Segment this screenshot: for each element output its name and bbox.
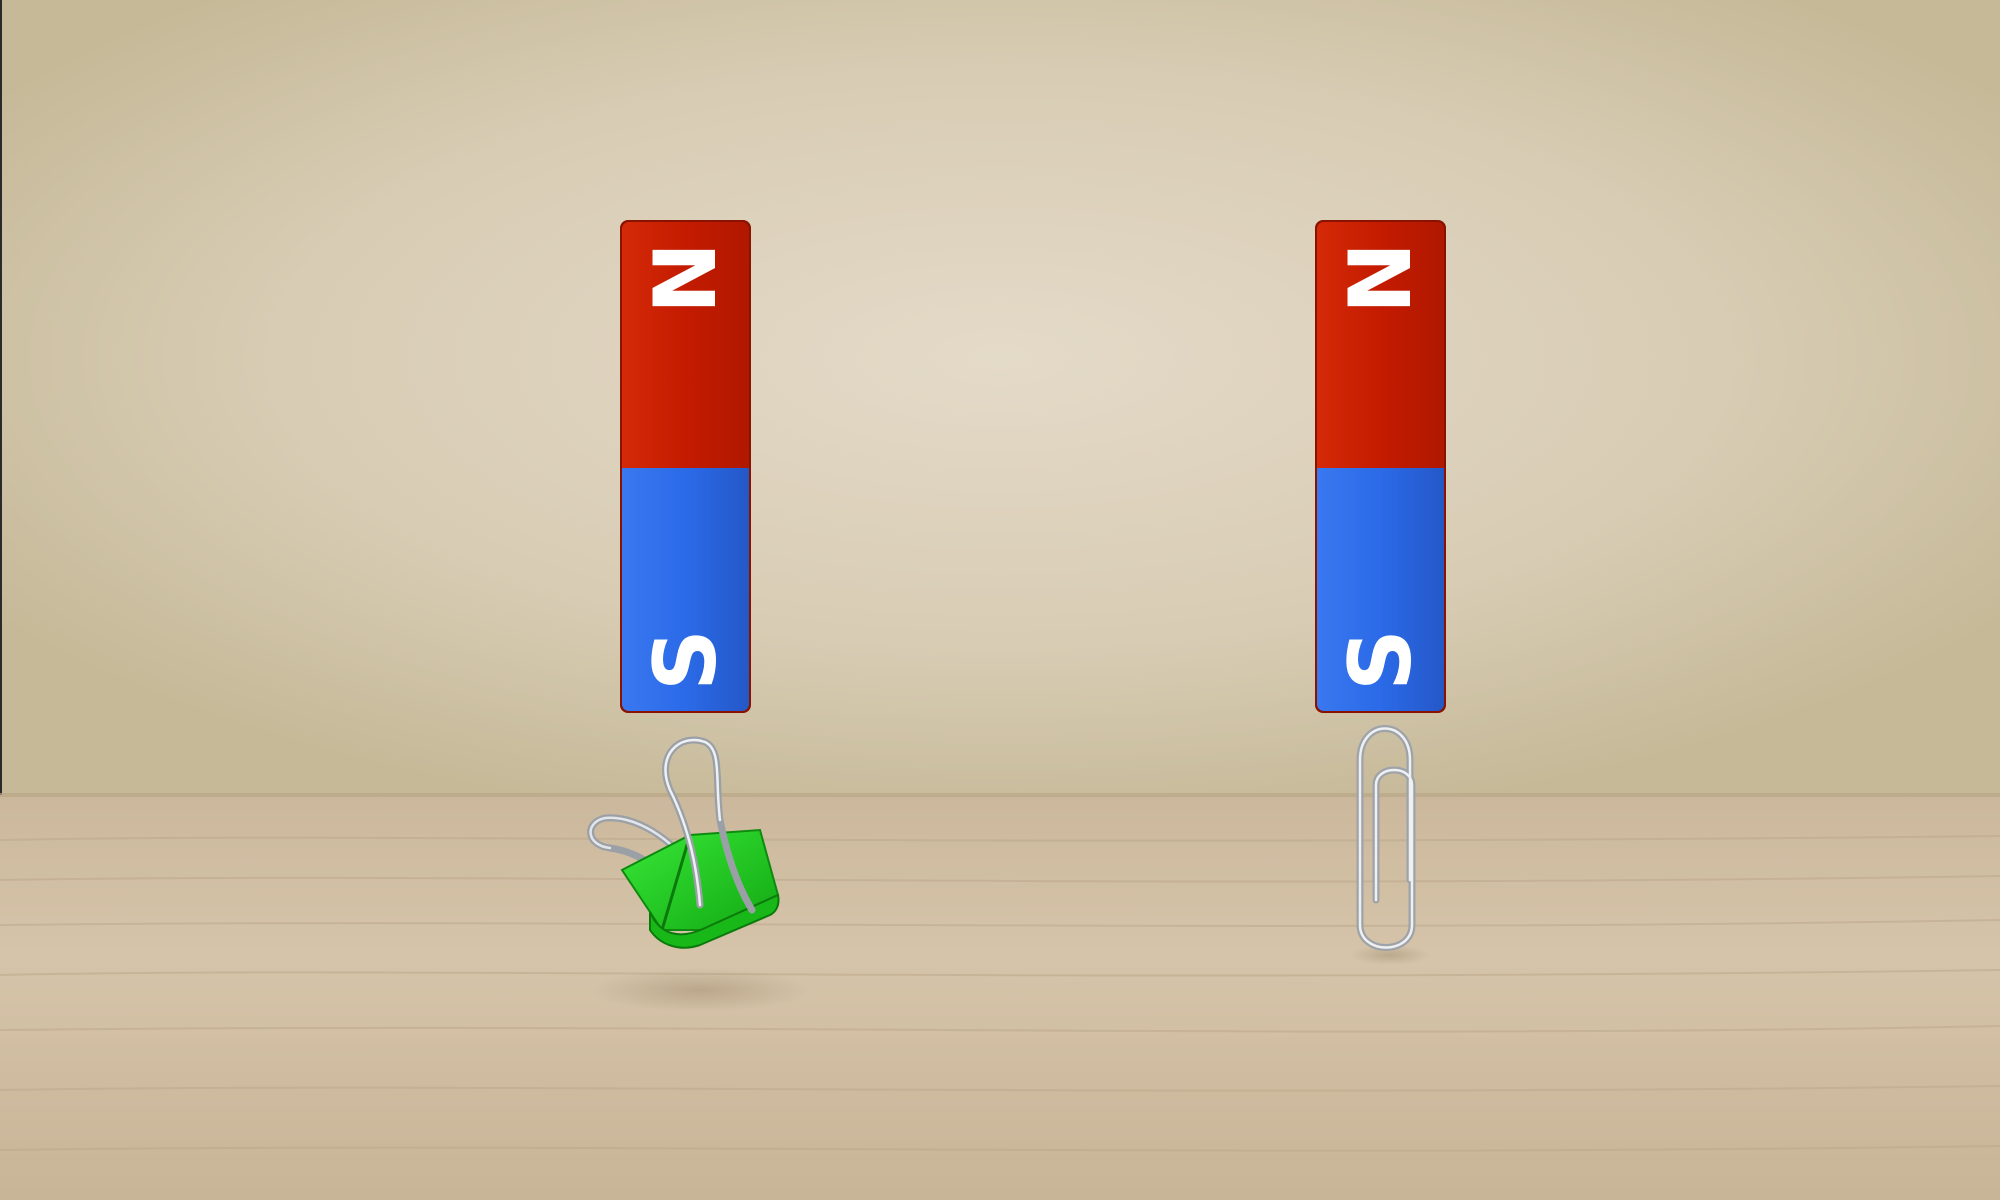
right-magnet-north-label: N (1331, 242, 1431, 314)
left-magnet-pole-join-blue (622, 468, 749, 478)
right-bar-magnet[interactable]: N S (1315, 220, 1446, 713)
right-magnet-south-label: S (1331, 629, 1431, 691)
binder-clip-shadow (590, 968, 810, 1012)
wall-background (0, 0, 2000, 795)
left-magnet-north-label: N (636, 242, 736, 314)
right-magnet-pole-join-blue (1317, 468, 1444, 478)
left-magnet-south-label: S (636, 629, 736, 691)
magnet-scene: N S N S (0, 0, 2000, 1200)
table-edge-highlight (0, 793, 2000, 797)
wooden-table (0, 795, 2000, 1200)
wall-left-edge (0, 0, 2, 795)
left-bar-magnet[interactable]: N S (620, 220, 751, 713)
